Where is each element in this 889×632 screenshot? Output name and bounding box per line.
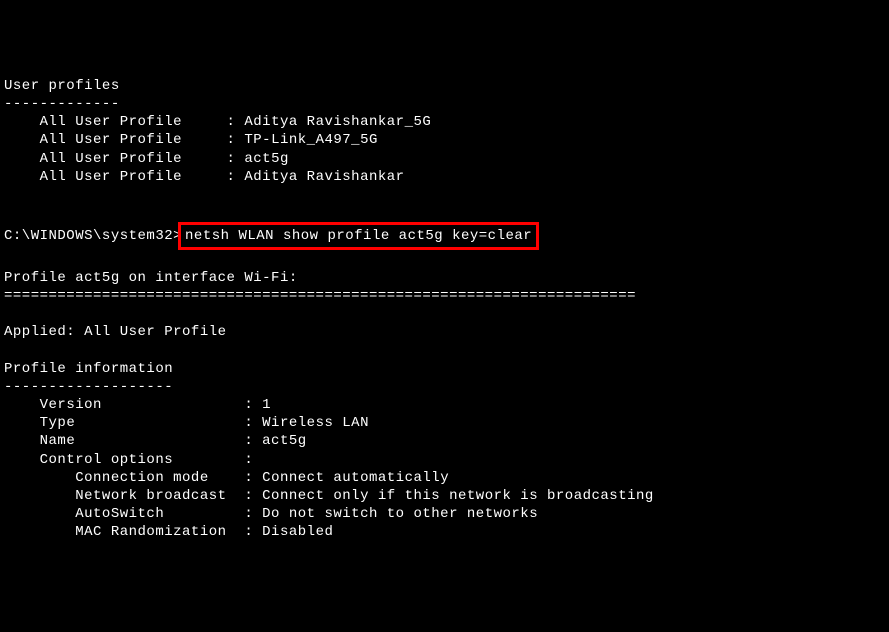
section-dashes: ------------- bbox=[4, 96, 120, 112]
equals-divider: ========================================… bbox=[4, 288, 636, 304]
applied-line: Applied: All User Profile bbox=[4, 324, 227, 340]
command-text: netsh WLAN show profile act5g key=clear bbox=[185, 228, 532, 244]
interface-line: Profile act5g on interface Wi-Fi: bbox=[4, 270, 298, 286]
colon: : bbox=[227, 151, 236, 167]
info-value: act5g bbox=[262, 433, 307, 449]
profile-value: Aditya Ravishankar bbox=[244, 169, 404, 185]
profile-info-dashes: ------------------- bbox=[4, 379, 173, 395]
info-value: Disabled bbox=[262, 524, 333, 540]
info-value: Connect only if this network is broadcas… bbox=[262, 488, 654, 504]
terminal-output[interactable]: User profiles ------------- All User Pro… bbox=[4, 77, 885, 542]
profile-label: All User Profile bbox=[40, 151, 182, 167]
profile-value: act5g bbox=[244, 151, 289, 167]
info-label: Control options bbox=[40, 452, 174, 468]
info-value: Connect automatically bbox=[262, 470, 449, 486]
info-sublabel: Network broadcast bbox=[75, 488, 226, 504]
info-label: Version bbox=[40, 397, 102, 413]
info-value: 1 bbox=[262, 397, 271, 413]
info-sublabel: MAC Randomization bbox=[75, 524, 226, 540]
colon: : bbox=[227, 132, 236, 148]
info-label: Name bbox=[40, 433, 76, 449]
profile-label: All User Profile bbox=[40, 114, 182, 130]
command-highlight: netsh WLAN show profile act5g key=clear bbox=[178, 222, 539, 250]
profile-info-header: Profile information bbox=[4, 361, 173, 377]
info-sublabel: AutoSwitch bbox=[75, 506, 164, 522]
colon: : bbox=[227, 169, 236, 185]
section-header: User profiles bbox=[4, 78, 120, 94]
info-value: Wireless LAN bbox=[262, 415, 369, 431]
info-value: Do not switch to other networks bbox=[262, 506, 538, 522]
profile-value: TP-Link_A497_5G bbox=[244, 132, 378, 148]
profile-label: All User Profile bbox=[40, 169, 182, 185]
info-sublabel: Connection mode bbox=[75, 470, 209, 486]
info-label: Type bbox=[40, 415, 76, 431]
colon: : bbox=[227, 114, 236, 130]
command-prompt: C:\WINDOWS\system32> bbox=[4, 228, 182, 244]
profile-value: Aditya Ravishankar_5G bbox=[244, 114, 431, 130]
profile-label: All User Profile bbox=[40, 132, 182, 148]
